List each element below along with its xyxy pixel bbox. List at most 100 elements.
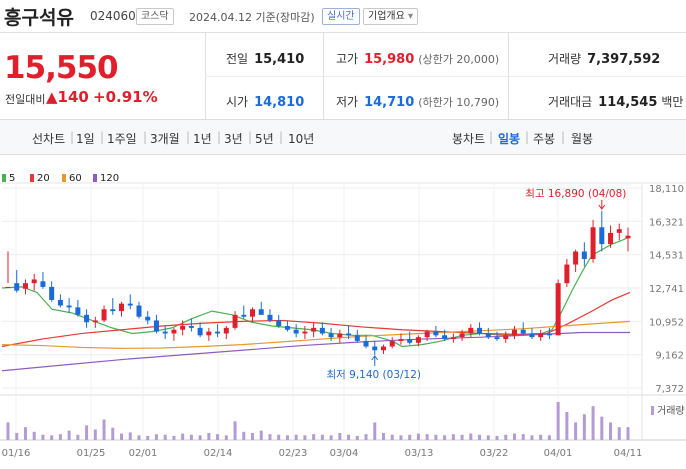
candle-body [337, 333, 343, 338]
candle-body [171, 329, 177, 334]
candle-body [31, 279, 37, 284]
separator: | [489, 130, 494, 144]
x-tick-label: 02/23 [279, 448, 308, 459]
x-tick-label: 01/25 [77, 448, 106, 459]
change-label: 전일대비 [5, 93, 46, 106]
candle-weekly[interactable]: 주봉 [533, 130, 555, 147]
volume-bar [207, 432, 211, 440]
trade-amount-value: 114,545 [598, 95, 658, 110]
realtime-button[interactable]: 실시간 [322, 8, 360, 25]
candle-body [258, 309, 264, 315]
candle-body [407, 339, 413, 343]
candle-body [319, 327, 325, 334]
candle-body [328, 333, 334, 338]
y-tick-label: 16,321 [649, 217, 684, 228]
x-tick-label: 03/22 [480, 448, 509, 459]
volume-bar [565, 411, 569, 440]
candle-body [22, 283, 28, 289]
candle-body [380, 346, 386, 351]
ma120-line [1, 331, 630, 372]
volume-bar [216, 434, 220, 440]
volume-bar [338, 432, 342, 440]
legend-ma5-label: 5 [9, 173, 16, 184]
period-10y[interactable]: 10년 [288, 130, 314, 147]
candle-body [110, 309, 116, 312]
separator: | [70, 130, 75, 144]
candle-body [223, 327, 229, 334]
prev-close-value: 15,410 [254, 52, 305, 67]
candle-body [424, 331, 430, 338]
volume-bar [416, 433, 420, 440]
company-overview-label: 기업개요 [368, 11, 405, 22]
volume-bar [23, 427, 27, 440]
volume-bar [224, 435, 228, 440]
candle-body [250, 309, 256, 317]
line-chart-label: 선차트 [32, 132, 66, 146]
candle-body [450, 337, 456, 340]
volume-bar [15, 432, 19, 440]
x-tick-label: 04/01 [544, 448, 573, 459]
volume-bar [530, 435, 534, 440]
period-1w[interactable]: 1주일 [107, 130, 137, 147]
volume-bar [32, 431, 36, 440]
candle-body [284, 326, 290, 330]
high-price: 고가 15,980 (상한가 20,000) [336, 50, 499, 67]
volume-bar [102, 419, 106, 440]
candle-body [197, 327, 203, 336]
candle-monthly[interactable]: 월봉 [571, 130, 593, 147]
candle-body [494, 337, 500, 340]
period-5y[interactable]: 5년 [255, 130, 274, 147]
candle-body [529, 333, 535, 338]
volume-bar [137, 435, 141, 440]
volume-bar [163, 434, 167, 440]
prev-close: 전일 15,410 [226, 50, 304, 67]
moving-averages [1, 236, 631, 372]
volume-bar [312, 434, 316, 440]
volume-bar [600, 416, 604, 440]
volume-bar [512, 433, 516, 440]
legend-ma60: 60 [62, 173, 82, 184]
volume-bar [478, 434, 482, 440]
period-3y[interactable]: 3년 [224, 130, 243, 147]
candle-body [555, 283, 561, 336]
legend-ma5: 5 [2, 173, 15, 184]
volume-bar [609, 422, 613, 440]
max-price-annotation: 최고 16,890 (04/08) [525, 188, 626, 200]
candle-body [49, 286, 55, 300]
up-arrow-icon: ▲ [46, 88, 58, 106]
period-1y[interactable]: 1년 [193, 130, 212, 147]
separator: | [248, 130, 253, 144]
volume-bar [154, 434, 158, 440]
volume-bar [251, 432, 255, 440]
candle-body [241, 314, 247, 317]
volume-bar [617, 427, 621, 440]
candle-body [215, 331, 221, 334]
volume-bar [259, 430, 263, 440]
volume-bar [120, 433, 124, 440]
upper-limit: (상한가 20,000) [418, 53, 500, 66]
candle-body [485, 333, 491, 338]
market-badge: 코스닥 [136, 8, 174, 25]
candle-body [302, 331, 308, 334]
open-label: 시가 [226, 95, 249, 109]
period-3m[interactable]: 3개월 [150, 130, 180, 147]
candle-body [145, 316, 151, 321]
volume-bar [460, 434, 464, 440]
candle-body [503, 335, 509, 340]
candle-body [180, 326, 186, 330]
chevron-down-icon: ▾ [408, 11, 414, 22]
volume-bar [233, 421, 237, 440]
volume-bar [443, 435, 447, 440]
volume-bar [285, 435, 289, 440]
candle-daily[interactable]: 일봉 [498, 130, 520, 147]
volume-bar [486, 435, 490, 440]
open-price: 시가 14,810 [226, 93, 304, 110]
candle-body [442, 335, 448, 340]
candle-body [14, 283, 20, 291]
volume-bar [434, 434, 438, 440]
min-arrow-head-icon [371, 355, 379, 361]
candle-body [188, 326, 194, 328]
period-1d[interactable]: 1일 [76, 130, 95, 147]
candle-body [57, 299, 63, 306]
company-overview-dropdown[interactable]: 기업개요 ▾ [363, 8, 419, 25]
